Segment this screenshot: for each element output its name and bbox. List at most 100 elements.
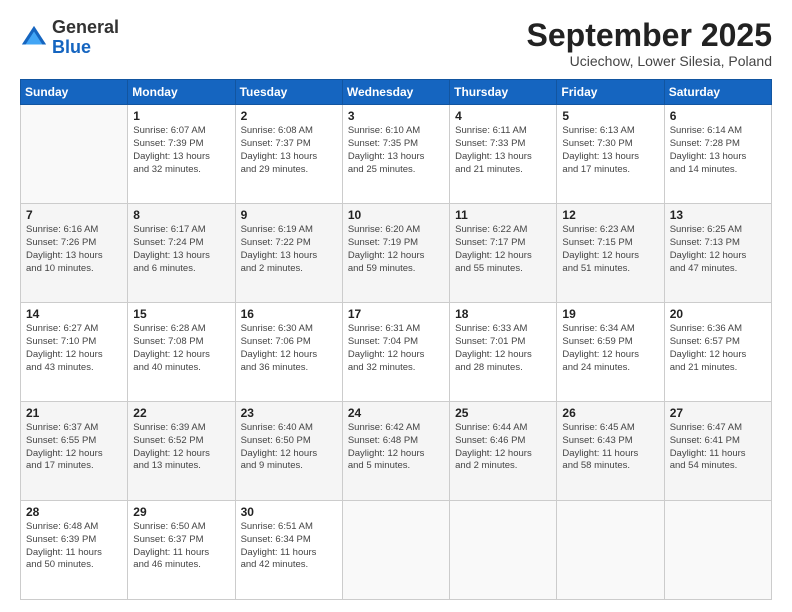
- calendar-cell: 13 Sunrise: 6:25 AMSunset: 7:13 PMDayligh…: [664, 204, 771, 303]
- calendar-cell: [342, 501, 449, 600]
- calendar-cell: [664, 501, 771, 600]
- day-number: 5: [562, 109, 658, 123]
- calendar-cell: 2Sunrise: 6:08 AMSunset: 7:37 PMDaylight…: [235, 105, 342, 204]
- calendar-cell: 11Sunrise: 6:22 AMSunset: 7:17 PMDayligh…: [450, 204, 557, 303]
- day-number: 1: [133, 109, 229, 123]
- day-info: Sunrise: 6:33 AMSunset: 7:01 PMDaylight:…: [455, 323, 551, 374]
- calendar-header-row: SundayMondayTuesdayWednesdayThursdayFrid…: [21, 80, 772, 105]
- day-info: Sunrise: 6:42 AMSunset: 6:48 PMDaylight:…: [348, 422, 444, 473]
- calendar-header-wednesday: Wednesday: [342, 80, 449, 105]
- calendar-cell: 27 Sunrise: 6:47 AMSunset: 6:41 PMDayligh…: [664, 402, 771, 501]
- calendar-cell: 12 Sunrise: 6:23 AMSunset: 7:15 PMDayligh…: [557, 204, 664, 303]
- calendar-cell: 23 Sunrise: 6:40 AMSunset: 6:50 PMDayligh…: [235, 402, 342, 501]
- day-info: Sunrise: 6:07 AMSunset: 7:39 PMDaylight:…: [133, 125, 229, 176]
- day-info: Sunrise: 6:51 AMSunset: 6:34 PMDaylight:…: [241, 521, 337, 572]
- calendar-cell: 5 Sunrise: 6:13 AMSunset: 7:30 PMDaylight…: [557, 105, 664, 204]
- day-number: 17: [348, 307, 444, 321]
- day-number: 30: [241, 505, 337, 519]
- day-info: Sunrise: 6:25 AMSunset: 7:13 PMDaylight:…: [670, 224, 766, 275]
- calendar-header-monday: Monday: [128, 80, 235, 105]
- day-number: 12: [562, 208, 658, 222]
- logo-general-text: General: [52, 17, 119, 37]
- day-number: 28: [26, 505, 122, 519]
- calendar-cell: 3 Sunrise: 6:10 AMSunset: 7:35 PMDaylight…: [342, 105, 449, 204]
- calendar-week-1: 1 Sunrise: 6:07 AMSunset: 7:39 PMDaylight…: [21, 105, 772, 204]
- calendar-cell: 25 Sunrise: 6:44 AMSunset: 6:46 PMDayligh…: [450, 402, 557, 501]
- day-info: Sunrise: 6:10 AMSunset: 7:35 PMDaylight:…: [348, 125, 444, 176]
- calendar-cell: [557, 501, 664, 600]
- day-number: 24: [348, 406, 444, 420]
- day-info: Sunrise: 6:39 AMSunset: 6:52 PMDaylight:…: [133, 422, 229, 473]
- day-info: Sunrise: 6:47 AMSunset: 6:41 PMDaylight:…: [670, 422, 766, 473]
- day-number: 23: [241, 406, 337, 420]
- day-info: Sunrise: 6:28 AMSunset: 7:08 PMDaylight:…: [133, 323, 229, 374]
- calendar-cell: 9 Sunrise: 6:19 AMSunset: 7:22 PMDaylight…: [235, 204, 342, 303]
- calendar-cell: 30 Sunrise: 6:51 AMSunset: 6:34 PMDayligh…: [235, 501, 342, 600]
- day-info: Sunrise: 6:40 AMSunset: 6:50 PMDaylight:…: [241, 422, 337, 473]
- day-info: Sunrise: 6:08 AMSunset: 7:37 PMDaylight:…: [241, 125, 337, 176]
- calendar-cell: 26 Sunrise: 6:45 AMSunset: 6:43 PMDayligh…: [557, 402, 664, 501]
- logo-icon: [20, 24, 48, 52]
- calendar-cell: 28 Sunrise: 6:48 AMSunset: 6:39 PMDayligh…: [21, 501, 128, 600]
- day-info: Sunrise: 6:36 AMSunset: 6:57 PMDaylight:…: [670, 323, 766, 374]
- calendar-cell: 6Sunrise: 6:14 AMSunset: 7:28 PMDaylight…: [664, 105, 771, 204]
- day-number: 13: [670, 208, 766, 222]
- calendar-cell: 29Sunrise: 6:50 AMSunset: 6:37 PMDayligh…: [128, 501, 235, 600]
- day-number: 4: [455, 109, 551, 123]
- month-title: September 2025: [527, 18, 772, 53]
- day-info: Sunrise: 6:48 AMSunset: 6:39 PMDaylight:…: [26, 521, 122, 572]
- day-info: Sunrise: 6:44 AMSunset: 6:46 PMDaylight:…: [455, 422, 551, 473]
- calendar-cell: [21, 105, 128, 204]
- calendar-cell: 1 Sunrise: 6:07 AMSunset: 7:39 PMDaylight…: [128, 105, 235, 204]
- day-info: Sunrise: 6:37 AMSunset: 6:55 PMDaylight:…: [26, 422, 122, 473]
- logo-blue-text: Blue: [52, 37, 91, 57]
- calendar-week-5: 28 Sunrise: 6:48 AMSunset: 6:39 PMDayligh…: [21, 501, 772, 600]
- day-number: 27: [670, 406, 766, 420]
- day-info: Sunrise: 6:45 AMSunset: 6:43 PMDaylight:…: [562, 422, 658, 473]
- header: General Blue September 2025 Uciechow, Lo…: [20, 18, 772, 69]
- day-number: 14: [26, 307, 122, 321]
- day-info: Sunrise: 6:16 AMSunset: 7:26 PMDaylight:…: [26, 224, 122, 275]
- day-info: Sunrise: 6:31 AMSunset: 7:04 PMDaylight:…: [348, 323, 444, 374]
- calendar-cell: [450, 501, 557, 600]
- day-number: 20: [670, 307, 766, 321]
- day-number: 26: [562, 406, 658, 420]
- calendar-cell: 22 Sunrise: 6:39 AMSunset: 6:52 PMDayligh…: [128, 402, 235, 501]
- day-number: 10: [348, 208, 444, 222]
- day-info: Sunrise: 6:34 AMSunset: 6:59 PMDaylight:…: [562, 323, 658, 374]
- logo-text: General Blue: [52, 18, 119, 58]
- day-number: 9: [241, 208, 337, 222]
- day-number: 18: [455, 307, 551, 321]
- calendar-cell: 20 Sunrise: 6:36 AMSunset: 6:57 PMDayligh…: [664, 303, 771, 402]
- day-number: 22: [133, 406, 229, 420]
- day-number: 3: [348, 109, 444, 123]
- calendar-header-saturday: Saturday: [664, 80, 771, 105]
- day-number: 25: [455, 406, 551, 420]
- day-number: 15: [133, 307, 229, 321]
- calendar-header-sunday: Sunday: [21, 80, 128, 105]
- calendar-cell: 17 Sunrise: 6:31 AMSunset: 7:04 PMDayligh…: [342, 303, 449, 402]
- calendar-cell: 21 Sunrise: 6:37 AMSunset: 6:55 PMDayligh…: [21, 402, 128, 501]
- title-block: September 2025 Uciechow, Lower Silesia, …: [527, 18, 772, 69]
- calendar-week-3: 14Sunrise: 6:27 AMSunset: 7:10 PMDayligh…: [21, 303, 772, 402]
- calendar-cell: 16 Sunrise: 6:30 AMSunset: 7:06 PMDayligh…: [235, 303, 342, 402]
- day-info: Sunrise: 6:19 AMSunset: 7:22 PMDaylight:…: [241, 224, 337, 275]
- day-number: 6: [670, 109, 766, 123]
- calendar-cell: 15 Sunrise: 6:28 AMSunset: 7:08 PMDayligh…: [128, 303, 235, 402]
- day-info: Sunrise: 6:17 AMSunset: 7:24 PMDaylight:…: [133, 224, 229, 275]
- logo: General Blue: [20, 18, 119, 58]
- page: General Blue September 2025 Uciechow, Lo…: [0, 0, 792, 612]
- calendar-cell: 8 Sunrise: 6:17 AMSunset: 7:24 PMDaylight…: [128, 204, 235, 303]
- calendar-cell: 14Sunrise: 6:27 AMSunset: 7:10 PMDayligh…: [21, 303, 128, 402]
- day-number: 8: [133, 208, 229, 222]
- calendar-week-4: 21 Sunrise: 6:37 AMSunset: 6:55 PMDayligh…: [21, 402, 772, 501]
- day-info: Sunrise: 6:13 AMSunset: 7:30 PMDaylight:…: [562, 125, 658, 176]
- day-number: 16: [241, 307, 337, 321]
- day-number: 29: [133, 505, 229, 519]
- day-info: Sunrise: 6:23 AMSunset: 7:15 PMDaylight:…: [562, 224, 658, 275]
- calendar-table: SundayMondayTuesdayWednesdayThursdayFrid…: [20, 79, 772, 600]
- day-number: 19: [562, 307, 658, 321]
- calendar-cell: 4Sunrise: 6:11 AMSunset: 7:33 PMDaylight…: [450, 105, 557, 204]
- day-info: Sunrise: 6:30 AMSunset: 7:06 PMDaylight:…: [241, 323, 337, 374]
- day-number: 21: [26, 406, 122, 420]
